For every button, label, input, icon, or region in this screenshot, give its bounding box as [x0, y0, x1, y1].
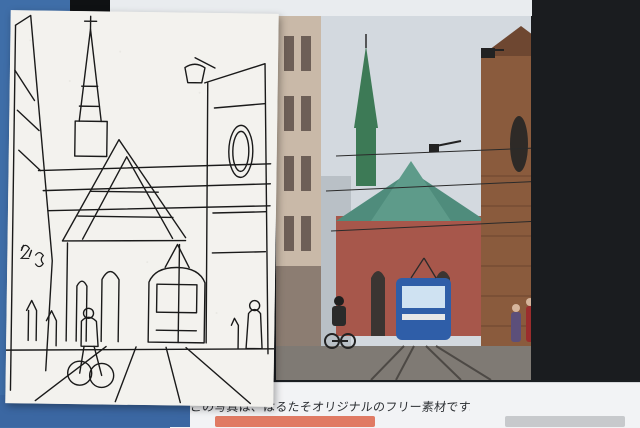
monitor-dark-region [532, 0, 640, 380]
ink-sketch-illustration [5, 10, 279, 407]
sketch-card [5, 10, 279, 407]
screen-ui-field [505, 416, 625, 427]
screen-ui-chip [215, 416, 375, 427]
photo-of-desk-scene: この写真は、はるたそオリジナルのフリー素材です。 [0, 0, 640, 428]
